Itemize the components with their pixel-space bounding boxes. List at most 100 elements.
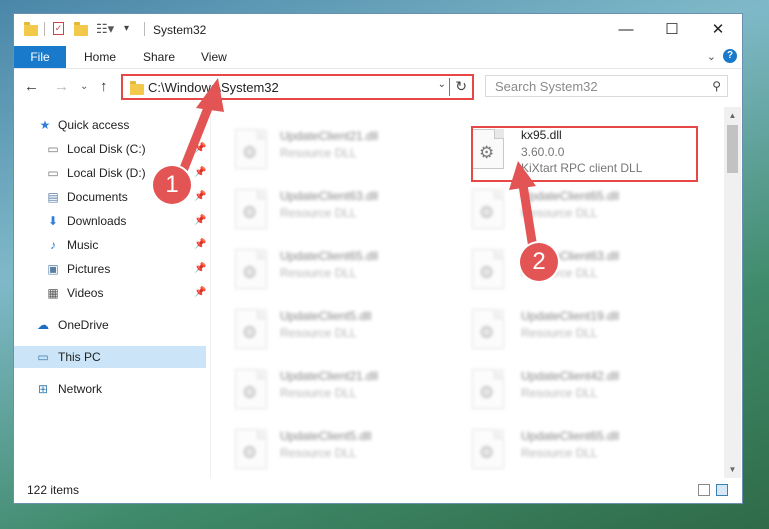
vertical-scrollbar[interactable]: ▲ ▼: [724, 107, 741, 478]
sidebar-item-label: OneDrive: [58, 318, 109, 332]
sidebar-item-label: Documents: [67, 190, 128, 204]
file-item[interactable]: ⚙ UpdateClient21.dll Resource DLL: [223, 123, 453, 175]
sidebar-item-quick-access[interactable]: ★ Quick access: [14, 114, 206, 136]
file-item[interactable]: ⚙ UpdateClient19.dll Resource DLL: [460, 303, 690, 355]
sidebar-item-network[interactable]: ⊞ Network: [14, 378, 206, 400]
file-type: Resource DLL: [280, 146, 357, 160]
pin-icon[interactable]: 📌: [194, 263, 206, 274]
scroll-up-icon[interactable]: ▲: [724, 107, 741, 124]
close-button[interactable]: ✕: [695, 14, 741, 46]
sidebar-item-onedrive[interactable]: ☁ OneDrive: [14, 314, 206, 336]
drive-icon: ▭: [47, 142, 59, 156]
pin-icon[interactable]: 📌: [194, 239, 206, 250]
address-dropdown-icon[interactable]: ⌄: [438, 79, 446, 90]
sidebar-item-label: Music: [67, 238, 99, 252]
sidebar-item-label: Quick access: [58, 118, 130, 132]
file-type: Resource DLL: [521, 446, 598, 460]
gear-icon: ⚙: [479, 203, 495, 222]
qat-dropdown-icon[interactable]: ▾: [124, 23, 129, 34]
file-name: UpdateClient21.dll: [280, 129, 379, 143]
dll-file-icon: ⚙: [472, 369, 504, 409]
file-item[interactable]: ⚙ UpdateClient63.dll Resource DLL: [460, 243, 690, 295]
search-icon[interactable]: ⚲: [712, 79, 721, 93]
gear-icon: ⚙: [479, 443, 495, 462]
file-item[interactable]: ⚙ UpdateClient65.dll Resource DLL: [223, 243, 453, 295]
dll-file-icon: ⚙: [472, 429, 504, 469]
file-item[interactable]: ⚙ UpdateClient21.dll Resource DLL: [223, 363, 453, 415]
file-name: UpdateClient65.dll: [280, 249, 379, 263]
recent-locations-icon[interactable]: ⌄: [80, 81, 88, 92]
tab-file[interactable]: File: [14, 46, 66, 68]
sidebar-item-videos[interactable]: ▦ Videos 📌: [14, 282, 206, 304]
sidebar-item-this-pc[interactable]: ▭ This PC: [14, 346, 206, 368]
file-type: Resource DLL: [280, 266, 357, 280]
scroll-down-icon[interactable]: ▼: [724, 461, 741, 478]
file-name: UpdateClient21.dll: [280, 369, 379, 383]
file-item[interactable]: ⚙ UpdateClient42.dll Resource DLL: [460, 363, 690, 415]
back-icon[interactable]: ←: [24, 78, 39, 95]
maximize-button[interactable]: ☐: [649, 14, 695, 46]
pin-icon[interactable]: 📌: [194, 215, 206, 226]
pin-icon[interactable]: 📌: [194, 143, 206, 154]
pin-icon[interactable]: 📌: [194, 167, 206, 178]
gear-icon: ⚙: [242, 323, 258, 342]
drive-icon: ▭: [47, 166, 59, 180]
sidebar-item-local-disk-c[interactable]: ▭ Local Disk (C:) 📌: [14, 138, 206, 160]
dll-file-icon: ⚙: [472, 249, 504, 289]
file-name: UpdateClient5.dll: [280, 429, 372, 443]
gear-icon: ⚙: [479, 383, 495, 402]
sidebar-item-label: Downloads: [67, 214, 127, 228]
properties-icon[interactable]: ✓: [53, 22, 64, 35]
file-type: Resource DLL: [280, 326, 357, 340]
refresh-icon[interactable]: ↻: [455, 78, 467, 95]
file-item[interactable]: ⚙ UpdateClient5.dll Resource DLL: [223, 423, 453, 475]
music-icon: ♪: [50, 238, 56, 252]
tab-home[interactable]: Home: [84, 46, 116, 68]
file-item[interactable]: ⚙ UpdateClient65.dll Resource DLL: [460, 423, 690, 475]
sidebar-item-music[interactable]: ♪ Music 📌: [14, 234, 206, 256]
help-icon[interactable]: ?: [723, 49, 737, 63]
forward-icon[interactable]: →: [54, 78, 69, 95]
sidebar-item-label: Network: [58, 382, 103, 396]
downloads-icon: ⬇: [47, 214, 59, 228]
file-type: Resource DLL: [521, 326, 598, 340]
file-item[interactable]: ⚙ UpdateClient63.dll Resource DLL: [223, 183, 453, 235]
address-bar[interactable]: C:\Windows\System32 ⌄ ↻: [121, 74, 474, 100]
file-item[interactable]: ⚙ UpdateClient65.dll Resource DLL: [460, 183, 690, 235]
details-view-icon[interactable]: [698, 484, 710, 496]
tab-share[interactable]: Share: [143, 46, 175, 68]
search-input[interactable]: Search System32 ⚲: [485, 75, 728, 97]
up-icon[interactable]: ↑: [100, 78, 108, 95]
scroll-thumb[interactable]: [727, 125, 738, 173]
pin-icon[interactable]: 📌: [194, 287, 206, 298]
file-type: Resource DLL: [280, 206, 357, 220]
dll-file-icon: ⚙: [235, 369, 267, 409]
dll-file-icon: ⚙: [235, 189, 267, 229]
gear-icon: ⚙: [479, 263, 495, 282]
dll-file-icon: ⚙: [235, 129, 267, 169]
customize-qat-icon[interactable]: ☷▾: [96, 21, 114, 37]
tab-view[interactable]: View: [201, 46, 227, 68]
sidebar-item-label: Local Disk (C:): [67, 142, 146, 156]
large-icons-view-icon[interactable]: [716, 484, 728, 496]
highlight-box: [471, 126, 698, 182]
sidebar-item-downloads[interactable]: ⬇ Downloads 📌: [14, 210, 206, 232]
minimize-button[interactable]: —: [603, 14, 649, 46]
explorer-window: ✓ ☷▾ ▾ System32 — ☐ ✕ File Home Share Vi…: [14, 14, 742, 503]
sidebar-item-label: Videos: [67, 286, 104, 300]
address-path[interactable]: C:\Windows\System32: [148, 80, 279, 95]
pictures-icon: ▣: [47, 262, 59, 276]
file-name: UpdateClient5.dll: [280, 309, 372, 323]
file-type: Resource DLL: [280, 386, 357, 400]
pin-icon[interactable]: 📌: [194, 191, 206, 202]
new-folder-icon[interactable]: [74, 22, 88, 36]
dll-file-icon: ⚙: [235, 249, 267, 289]
sidebar-item-pictures[interactable]: ▣ Pictures 📌: [14, 258, 206, 280]
dll-file-icon: ⚙: [472, 309, 504, 349]
ribbon: File Home Share View ⌄ ?: [14, 46, 742, 69]
expand-ribbon-icon[interactable]: ⌄: [707, 46, 716, 68]
file-item[interactable]: ⚙ UpdateClient5.dll Resource DLL: [223, 303, 453, 355]
file-name: UpdateClient65.dll: [521, 429, 620, 443]
separator: [44, 22, 45, 36]
file-type: Resource DLL: [521, 386, 598, 400]
